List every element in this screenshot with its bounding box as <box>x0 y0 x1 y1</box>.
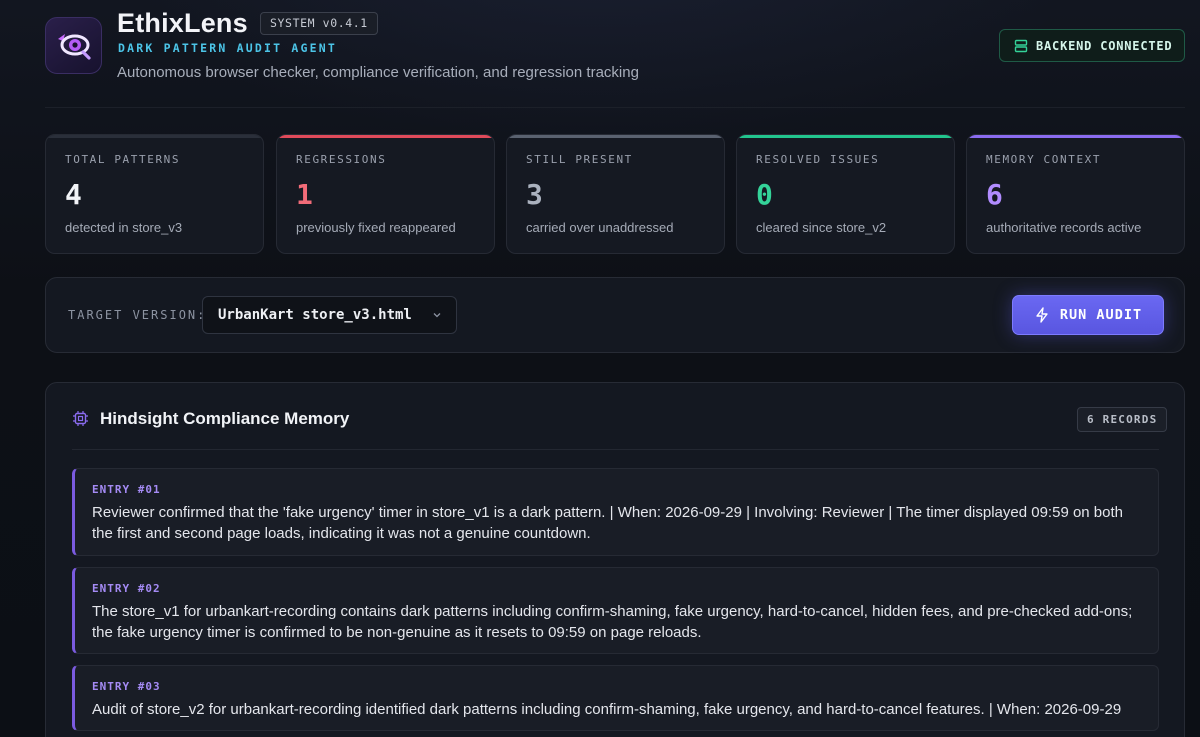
entry-text: Audit of store_v2 for urbankart-recordin… <box>92 701 1122 718</box>
records-count-badge: 6 RECORDS <box>1077 407 1168 432</box>
stat-card-still-present: STILL PRESENT 3 carried over unaddressed <box>506 134 725 254</box>
chevron-down-icon <box>433 313 441 318</box>
stat-card-total-patterns: TOTAL PATTERNS 4 detected in store_v3 <box>45 134 264 254</box>
app-subtitle: DARK PATTERN AUDIT AGENT <box>118 41 337 55</box>
target-version-label: TARGET VERSION: <box>68 308 207 322</box>
stat-value: 3 <box>526 178 543 211</box>
header-divider <box>45 107 1185 108</box>
stat-accent <box>277 135 494 138</box>
stat-desc: authoritative records active <box>986 220 1142 235</box>
stat-value: 0 <box>756 178 773 211</box>
compliance-memory-panel: Hindsight Compliance Memory 6 RECORDS EN… <box>45 382 1185 737</box>
stat-label: STILL PRESENT <box>526 153 633 166</box>
database-icon <box>1014 39 1028 52</box>
cpu-chip-icon <box>73 411 88 426</box>
lightning-icon <box>1036 307 1048 323</box>
app-header: EthixLens SYSTEM v0.4.1 DARK PATTERN AUD… <box>0 0 1200 108</box>
stat-value: 1 <box>296 178 313 211</box>
eye-magnifier-icon <box>57 33 91 60</box>
target-version-value: UrbanKart store_v3.html <box>218 307 412 323</box>
stat-card-memory-context: MEMORY CONTEXT 6 authoritative records a… <box>966 134 1185 254</box>
stat-accent <box>46 135 263 138</box>
stat-label: MEMORY CONTEXT <box>986 153 1102 166</box>
entry-id: ENTRY #02 <box>92 582 161 595</box>
stat-accent <box>737 135 954 138</box>
entry-id: ENTRY #01 <box>92 483 161 496</box>
stat-value: 4 <box>65 178 82 211</box>
stat-label: RESOLVED ISSUES <box>756 153 880 166</box>
stat-label: TOTAL PATTERNS <box>65 153 181 166</box>
version-badge: SYSTEM v0.4.1 <box>260 12 378 35</box>
stat-accent <box>507 135 724 138</box>
run-audit-label: RUN AUDIT <box>1059 307 1143 323</box>
memory-divider <box>72 449 1159 450</box>
target-version-select[interactable]: UrbanKart store_v3.html <box>202 296 457 334</box>
stat-desc: previously fixed reappeared <box>296 220 456 235</box>
stat-desc: detected in store_v3 <box>65 220 183 235</box>
memory-entry: ENTRY #02 The store_v1 for urbankart-rec… <box>72 567 1159 654</box>
stat-card-resolved-issues: RESOLVED ISSUES 0 cleared since store_v2 <box>736 134 955 254</box>
app-title: EthixLens <box>117 8 248 38</box>
backend-status-badge: BACKEND CONNECTED <box>999 29 1185 62</box>
target-version-bar: TARGET VERSION: UrbanKart store_v3.html … <box>45 277 1185 353</box>
app-logo <box>45 17 102 74</box>
backend-status-label: BACKEND CONNECTED <box>1036 38 1173 53</box>
memory-entry: ENTRY #03 Audit of store_v2 for urbankar… <box>72 665 1159 731</box>
stat-value: 6 <box>986 178 1003 211</box>
entry-text: Reviewer confirmed that the 'fake urgenc… <box>92 504 1124 542</box>
memory-panel-title: Hindsight Compliance Memory <box>100 409 350 428</box>
stat-card-regressions: REGRESSIONS 1 previously fixed reappeare… <box>276 134 495 254</box>
entry-id: ENTRY #03 <box>92 680 161 693</box>
memory-entry: ENTRY #01 Reviewer confirmed that the 'f… <box>72 468 1159 556</box>
run-audit-button[interactable]: RUN AUDIT <box>1012 295 1164 335</box>
stat-label: REGRESSIONS <box>296 153 387 166</box>
stat-accent <box>967 135 1184 138</box>
stat-desc: carried over unaddressed <box>526 220 674 235</box>
entry-text: The store_v1 for urbankart-recording con… <box>92 603 1133 641</box>
app-tagline: Autonomous browser checker, compliance v… <box>117 64 639 81</box>
stat-desc: cleared since store_v2 <box>756 220 887 235</box>
